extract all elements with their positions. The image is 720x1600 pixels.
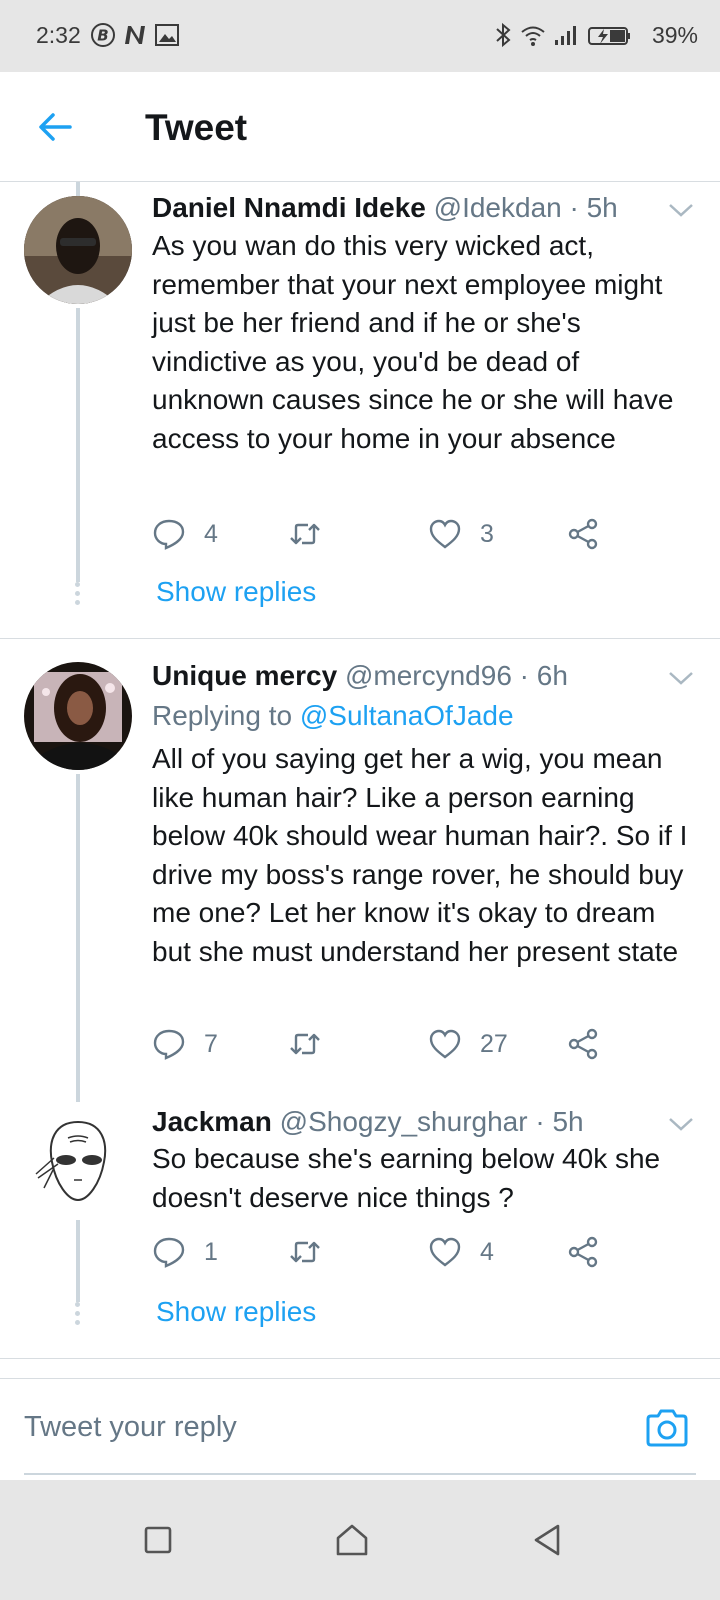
reply-composer: Tweet your reply <box>0 1378 720 1480</box>
reply-icon <box>153 1237 185 1268</box>
tweet-actions: 1 4 <box>152 1232 622 1272</box>
tweet-actions: 4 3 <box>152 514 622 554</box>
wifi-icon <box>521 26 545 46</box>
retweet-icon <box>290 1241 320 1263</box>
author-name[interactable]: Jackman <box>152 1106 272 1137</box>
bluetooth-icon <box>496 22 511 48</box>
author-handle-time[interactable]: @Idekdan · 5h <box>434 192 618 223</box>
replying-label: Replying to <box>152 700 293 731</box>
thread-line <box>76 182 80 196</box>
status-bar: 2:32 B 39% <box>0 0 720 72</box>
camera-icon[interactable] <box>644 1405 690 1451</box>
retweet-icon <box>290 1033 320 1055</box>
tweet-actions: 7 27 <box>152 1024 622 1064</box>
reply-count: 4 <box>204 519 218 548</box>
share-icon <box>568 518 598 550</box>
thread-line <box>76 774 80 1102</box>
reply-icon <box>153 519 185 550</box>
chevron-down-icon[interactable] <box>668 1116 694 1132</box>
divider <box>0 1358 720 1359</box>
reply-button[interactable]: 1 <box>152 1232 218 1272</box>
like-count: 27 <box>480 1029 508 1058</box>
show-replies-link[interactable]: Show replies <box>156 576 316 608</box>
share-button[interactable] <box>566 1024 600 1064</box>
home-circle-icon[interactable] <box>330 1518 374 1562</box>
reply-input[interactable]: Tweet your reply <box>24 1411 237 1444</box>
avatar[interactable] <box>24 662 132 770</box>
reply-count: 7 <box>204 1029 218 1058</box>
like-button[interactable]: 4 <box>428 1232 494 1272</box>
divider <box>0 638 720 639</box>
system-nav-bar <box>0 1480 720 1600</box>
show-replies-link[interactable]: Show replies <box>156 1296 316 1328</box>
n-icon <box>125 26 145 44</box>
author-name[interactable]: Unique mercy <box>152 660 337 691</box>
retweet-button[interactable] <box>288 1024 340 1064</box>
heart-icon <box>429 1029 461 1059</box>
thread-line <box>76 308 80 582</box>
tweet[interactable]: Daniel Nnamdi Ideke @Idekdan · 5h As you… <box>0 182 720 638</box>
battery-charging-icon <box>588 27 630 45</box>
signal-icon <box>555 26 576 45</box>
replying-handle-link[interactable]: @SultanaOfJade <box>300 700 514 731</box>
heart-icon <box>429 1237 461 1267</box>
tweet-text: All of you saying get her a wig, you mea… <box>152 743 688 967</box>
top-app-bar: Tweet <box>0 72 720 182</box>
thread-dots <box>75 1302 81 1329</box>
like-count: 3 <box>480 519 494 548</box>
avatar[interactable] <box>24 1108 132 1216</box>
like-count: 4 <box>480 1237 494 1266</box>
svg-text:B: B <box>97 27 108 45</box>
tweet[interactable]: Jackman @Shogzy_shurghar · 5h So because… <box>0 1098 720 1358</box>
tweet-text: As you wan do this very wicked act, reme… <box>152 230 674 454</box>
image-icon <box>155 24 179 46</box>
like-button[interactable]: 27 <box>428 1024 508 1064</box>
tweet-header: Unique mercy @mercynd96 · 6h <box>152 660 568 692</box>
heart-icon <box>429 519 461 549</box>
share-icon <box>568 1236 598 1268</box>
reply-button[interactable]: 4 <box>152 514 218 554</box>
back-triangle-icon[interactable] <box>526 1518 570 1562</box>
replying-to: Replying to @SultanaOfJade <box>152 700 514 732</box>
tweet-text: So because she's earning below 40k she d… <box>152 1143 661 1213</box>
chevron-down-icon[interactable] <box>668 202 694 218</box>
share-button[interactable] <box>566 514 600 554</box>
reply-count: 1 <box>204 1237 218 1266</box>
thread-line <box>76 1220 80 1302</box>
recents-square-icon[interactable] <box>136 1518 180 1562</box>
like-button[interactable]: 3 <box>428 514 494 554</box>
author-handle-time[interactable]: @mercynd96 · 6h <box>345 660 568 691</box>
tweet-header: Jackman @Shogzy_shurghar · 5h <box>152 1106 584 1138</box>
page-title: Tweet <box>145 107 248 148</box>
reply-button[interactable]: 7 <box>152 1024 218 1064</box>
author-name[interactable]: Daniel Nnamdi Ideke <box>152 192 426 223</box>
chevron-down-icon[interactable] <box>668 670 694 686</box>
input-underline <box>24 1473 696 1475</box>
retweet-button[interactable] <box>288 514 340 554</box>
tweet-header: Daniel Nnamdi Ideke @Idekdan · 5h <box>152 192 618 224</box>
retweet-button[interactable] <box>288 1232 340 1272</box>
back-button[interactable] <box>30 102 80 152</box>
retweet-icon <box>290 523 320 545</box>
status-time: 2:32 <box>36 22 81 48</box>
reply-icon <box>153 1029 185 1060</box>
author-handle-time[interactable]: @Shogzy_shurghar · 5h <box>280 1106 584 1137</box>
share-button[interactable] <box>566 1232 600 1272</box>
avatar[interactable] <box>24 196 132 304</box>
thread-dots <box>75 582 81 609</box>
arrow-left-icon <box>39 113 72 141</box>
tweet[interactable]: Unique mercy @mercynd96 · 6h Replying to… <box>0 652 720 1102</box>
share-icon <box>568 1028 598 1060</box>
b-circle-icon: B <box>91 23 115 47</box>
battery-percent: 39% <box>651 22 698 48</box>
